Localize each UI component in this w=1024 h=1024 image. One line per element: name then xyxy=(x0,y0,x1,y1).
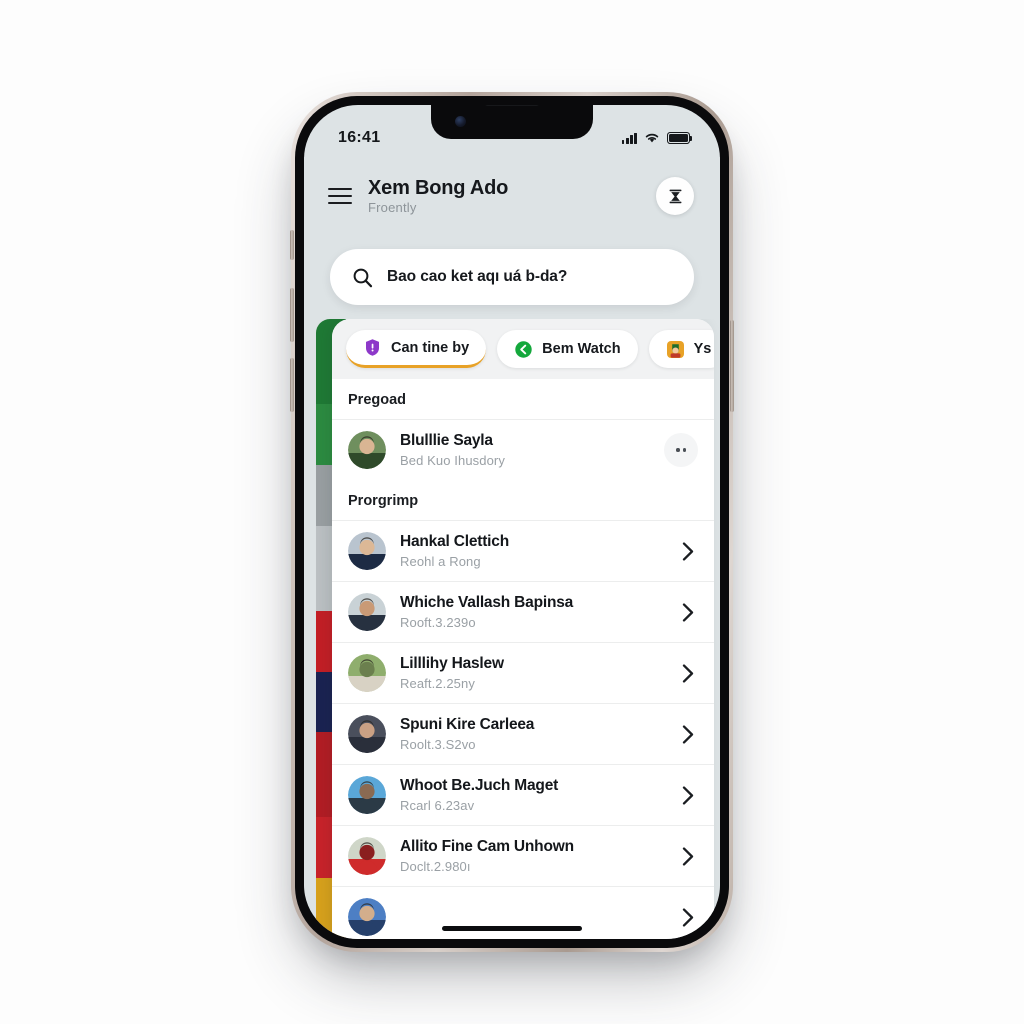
search-input[interactable]: Bao cao ket aqı uá b-da? xyxy=(330,249,694,305)
list-item-title: Lilllihy Haslew xyxy=(400,655,504,673)
avatar xyxy=(348,532,386,570)
avatar xyxy=(348,898,386,936)
filter-chip-3[interactable]: Ys xyxy=(648,330,714,368)
power-button[interactable] xyxy=(730,320,734,412)
list-item-text: Hankal Clettich Reohl a Rong xyxy=(400,533,664,569)
avatar xyxy=(348,654,386,692)
list-item-text: Whoot Be.Juch Maget Rcarl 6.23av xyxy=(400,777,664,813)
list-item-text xyxy=(400,916,664,918)
chevron-right-icon[interactable] xyxy=(678,846,698,866)
person-avatar-icon xyxy=(666,340,685,359)
display-notch xyxy=(431,105,593,139)
list-item-text: Spuni Kire Carleea Roolt.3.S2vo xyxy=(400,716,664,752)
volume-down-button[interactable] xyxy=(290,358,294,412)
home-indicator[interactable] xyxy=(442,925,582,931)
phone-bezel: 16:41 Xem Bong Ado Froently Bao cao ket … xyxy=(295,96,729,948)
list-item-title: Whoot Be.Juch Maget xyxy=(400,777,559,795)
search-zone: Bao cao ket aqı uá b-da? xyxy=(304,235,720,319)
avatar xyxy=(348,837,386,875)
chevron-right-icon[interactable] xyxy=(678,602,698,622)
list-item-title: Blulllie Sayla xyxy=(400,432,493,450)
avatar xyxy=(348,431,386,469)
list-item[interactable]: Hankal Clettich Reohl a Rong xyxy=(332,520,714,581)
avatar xyxy=(348,715,386,753)
list-section-heading: Pregoad xyxy=(348,392,407,408)
chevron-right-icon[interactable] xyxy=(678,663,698,683)
list-item-subtitle: Rooft.3.239o xyxy=(400,614,476,630)
list-item-text: Allito Fine Cam Unhown Doclt.2.980ı xyxy=(400,838,664,874)
filter-chip-1[interactable]: Can tine by xyxy=(346,330,487,368)
page-title: Xem Bong Ado xyxy=(368,176,509,199)
shield-badge-icon xyxy=(363,338,382,357)
list-item[interactable] xyxy=(332,886,714,939)
list-item-subtitle: Rcarl 6.23av xyxy=(400,797,475,813)
filter-chip-row[interactable]: Can tine by Bem Watch Ys xyxy=(332,319,714,379)
list-item[interactable]: Whiche Vallash Bapinsa Rooft.3.239o xyxy=(332,581,714,642)
mute-switch[interactable] xyxy=(290,230,294,260)
earpiece-speaker xyxy=(485,105,539,106)
back-arrow-circle-icon xyxy=(514,340,533,359)
wifi-icon xyxy=(645,133,659,143)
volume-up-button[interactable] xyxy=(290,288,294,342)
content-card: Can tine by Bem Watch Ys Pregoad Blulllie S… xyxy=(332,319,714,939)
list-item-title: Hankal Clettich xyxy=(400,533,509,551)
list-item[interactable]: Blulllie Sayla Bed Kuo Ihusdory xyxy=(332,419,714,480)
list-item-text: Whiche Vallash Bapinsa Rooft.3.239o xyxy=(400,594,664,630)
chevron-right-icon[interactable] xyxy=(678,907,698,927)
battery-icon xyxy=(667,132,693,144)
front-camera-icon xyxy=(455,116,466,127)
avatar xyxy=(348,593,386,631)
app-header: Xem Bong Ado Froently xyxy=(304,157,720,235)
filter-chip-2[interactable]: Bem Watch xyxy=(497,330,638,368)
list-item[interactable]: Spuni Kire Carleea Roolt.3.S2vo xyxy=(332,703,714,764)
chevron-right-icon[interactable] xyxy=(678,785,698,805)
chevron-right-icon[interactable] xyxy=(678,541,698,561)
list-item-title: Allito Fine Cam Unhown xyxy=(400,838,574,856)
list-item-subtitle: Bed Kuo Ihusdory xyxy=(400,452,505,468)
search-query-text: Bao cao ket aqı uá b-da? xyxy=(387,268,568,285)
phone-frame: 16:41 Xem Bong Ado Froently Bao cao ket … xyxy=(290,92,734,952)
signal-bars-icon xyxy=(621,132,637,144)
status-bar-clock: 16:41 xyxy=(338,129,381,146)
page-subtitle: Froently xyxy=(368,200,417,216)
status-bar-indicators xyxy=(621,132,693,144)
phone-screen: 16:41 Xem Bong Ado Froently Bao cao ket … xyxy=(304,105,720,939)
inbox-download-icon[interactable] xyxy=(656,177,694,215)
list-item-title: Whiche Vallash Bapinsa xyxy=(400,594,574,612)
chevron-right-icon[interactable] xyxy=(678,724,698,744)
filter-chip-label: Can tine by xyxy=(391,339,470,356)
list-item[interactable]: Lilllihy Haslew Reaft.2.25ny xyxy=(332,642,714,703)
more-options-icon[interactable] xyxy=(664,433,698,467)
list-item-subtitle: Reohl a Rong xyxy=(400,553,481,569)
content-list: Pregoad Blulllie Sayla Bed Kuo Ihusdory Pro… xyxy=(332,379,714,939)
list-section-heading: Prorgrimp xyxy=(348,493,419,509)
filter-chip-label: Bem Watch xyxy=(542,341,621,357)
list-item-subtitle: Roolt.3.S2vo xyxy=(400,736,476,752)
search-icon xyxy=(353,268,373,287)
list-item-subtitle: Doclt.2.980ı xyxy=(400,858,471,874)
list-item-subtitle: Reaft.2.25ny xyxy=(400,675,475,691)
list-item-title: Spuni Kire Carleea xyxy=(400,716,535,734)
list-item[interactable]: Whoot Be.Juch Maget Rcarl 6.23av xyxy=(332,764,714,825)
hamburger-menu-icon[interactable] xyxy=(328,187,352,205)
list-item-text: Lilllihy Haslew Reaft.2.25ny xyxy=(400,655,664,691)
phone-device: 16:41 Xem Bong Ado Froently Bao cao ket … xyxy=(290,92,734,952)
avatar xyxy=(348,776,386,814)
list-item[interactable]: Allito Fine Cam Unhown Doclt.2.980ı xyxy=(332,825,714,886)
filter-chip-label: Ys xyxy=(693,341,712,357)
list-item-text: Blulllie Sayla Bed Kuo Ihusdory xyxy=(400,432,650,468)
header-titles: Xem Bong Ado Froently xyxy=(368,177,640,215)
